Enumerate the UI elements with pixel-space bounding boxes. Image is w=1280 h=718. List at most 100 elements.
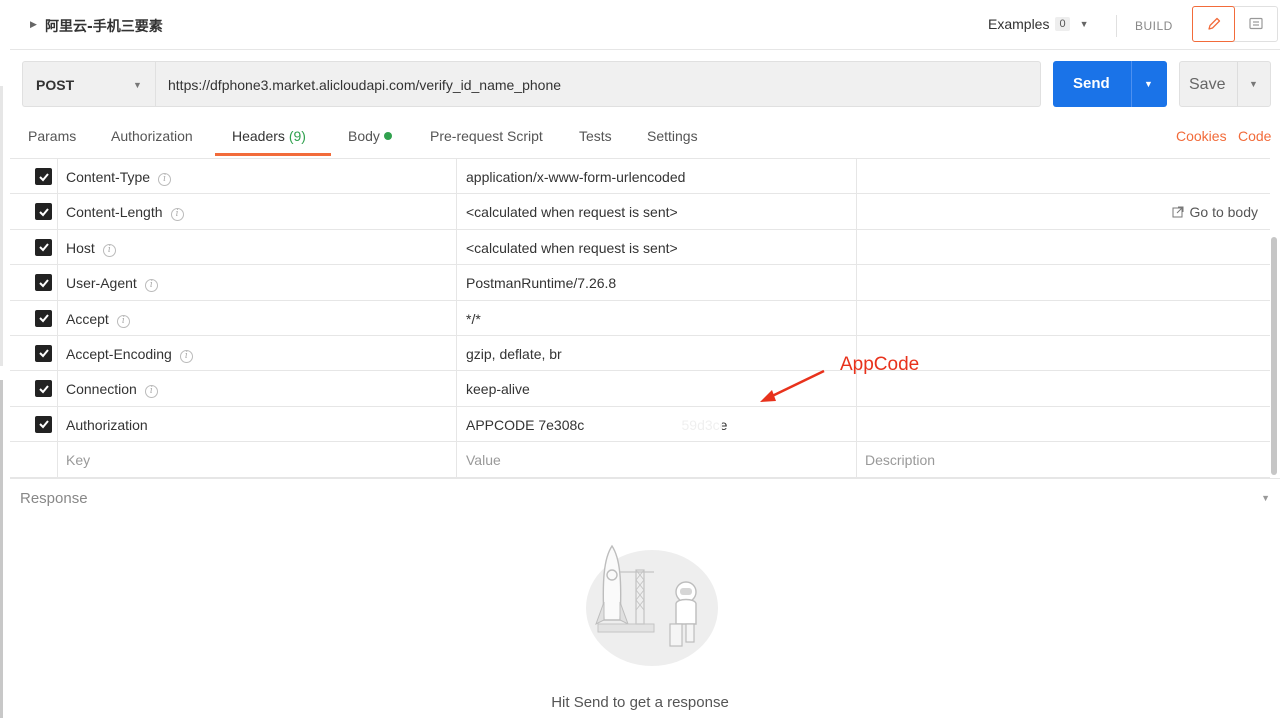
response-header[interactable]: Response ▼ (10, 478, 1280, 518)
header-value[interactable]: keep-alive (466, 381, 530, 397)
header-key[interactable]: Content-Length i (66, 204, 184, 222)
checkbox-cell (10, 371, 58, 406)
info-icon[interactable]: i (170, 208, 184, 222)
checkbox-cell (10, 300, 58, 335)
chevron-down-icon[interactable]: ▼ (1261, 493, 1270, 503)
external-link-icon (1172, 206, 1183, 218)
header-value[interactable]: application/x-www-form-urlencoded (466, 169, 685, 185)
info-icon[interactable]: i (158, 173, 172, 186)
tab-body[interactable]: Body (348, 128, 392, 144)
build-mode-label[interactable]: BUILD (1135, 19, 1173, 33)
checkbox[interactable] (35, 380, 52, 398)
header-value[interactable]: <calculated when request is sent> (466, 204, 678, 220)
header-value[interactable]: gzip, deflate, br (466, 346, 562, 362)
checkbox[interactable] (35, 415, 52, 433)
divider (456, 442, 457, 477)
cookies-link[interactable]: Cookies (1176, 128, 1227, 144)
go-to-body-link[interactable]: Go to body (1172, 204, 1259, 221)
checkmark-icon (38, 314, 49, 323)
value-input[interactable]: Value (466, 452, 501, 468)
annotation-label: AppCode (840, 354, 920, 375)
expand-caret-icon[interactable]: ▶ (30, 19, 37, 30)
checkbox[interactable] (35, 274, 52, 292)
rocket-astronaut-illustration (586, 544, 718, 666)
comments-mode-button[interactable] (1235, 7, 1277, 41)
info-icon[interactable]: i (144, 385, 158, 399)
table-row: Accept i */* (10, 300, 1270, 336)
checkbox[interactable] (35, 203, 52, 221)
checkbox[interactable] (35, 309, 52, 327)
left-sidebar-edge (0, 0, 10, 718)
info-icon[interactable]: i (102, 243, 116, 257)
divider (456, 406, 457, 442)
checkbox[interactable] (35, 168, 52, 185)
response-label: Response (20, 490, 88, 507)
save-options-chevron-icon[interactable]: ▼ (1249, 79, 1258, 89)
header-key[interactable]: Content-Type i (66, 169, 172, 186)
header-key[interactable]: Accept-Encoding i (66, 346, 193, 363)
url-input[interactable]: https://dfphone3.market.alicloudapi.com/… (155, 61, 1041, 107)
go-to-body-label: Go to body (1189, 204, 1259, 221)
table-row: Host i <calculated when request is sent> (10, 229, 1270, 266)
info-icon[interactable]: i (116, 314, 130, 328)
code-link[interactable]: Code (1238, 128, 1271, 144)
checkbox-cell (10, 406, 58, 442)
key-input[interactable]: Key (66, 452, 90, 468)
chevron-down-icon: ▼ (1079, 19, 1089, 29)
edit-mode-button[interactable] (1192, 6, 1236, 42)
comment-icon (1249, 17, 1263, 30)
checkmark-icon (38, 243, 49, 252)
tab-headers-count: (9) (288, 128, 306, 144)
header-value[interactable]: */* (466, 311, 481, 327)
divider (456, 335, 457, 371)
method-select[interactable]: POST ▼ (22, 61, 155, 107)
tab-headers[interactable]: Headers (9) (232, 128, 306, 144)
header-key-text: Content-Length (66, 204, 163, 221)
header-key[interactable]: Authorization (66, 417, 148, 433)
examples-dropdown[interactable]: Examples 0 ▼ (988, 16, 1089, 32)
table-scrollbar[interactable] (1271, 237, 1277, 475)
examples-label: Examples (988, 16, 1050, 32)
tab-params[interactable]: Params (28, 128, 76, 144)
info-icon[interactable]: i (144, 279, 158, 293)
save-button[interactable]: Save ▼ (1179, 61, 1271, 107)
divider (1237, 62, 1238, 106)
request-header: ▶ 阿里云-手机三要素 Examples 0 ▼ BUILD (10, 0, 1280, 50)
header-value[interactable]: <calculated when request is sent> (466, 240, 678, 256)
save-label: Save (1189, 76, 1226, 93)
header-key[interactable]: Connection i (66, 381, 158, 399)
table-row: Content-Type i application/x-www-form-url… (10, 159, 1270, 195)
request-tabs: Params Authorization Headers (9) Body Pr… (10, 118, 1280, 158)
header-key[interactable]: Accept i (66, 311, 130, 328)
divider (456, 300, 457, 335)
tab-prerequest-script[interactable]: Pre-request Script (430, 128, 543, 144)
divider (856, 442, 857, 477)
checkbox[interactable] (35, 238, 52, 256)
divider (1131, 61, 1132, 107)
annotation-arrow-icon (760, 369, 825, 402)
checkbox[interactable] (35, 344, 52, 362)
table-row: Accept-Encoding i gzip, deflate, br (10, 335, 1270, 372)
active-tab-indicator (215, 153, 331, 156)
divider (1116, 15, 1117, 37)
header-key[interactable]: User-Agent i (66, 275, 158, 293)
sidebar-scrollbar-thumb[interactable] (0, 380, 3, 718)
header-value[interactable]: PostmanRuntime/7.26.8 (466, 275, 616, 291)
checkmark-icon (38, 172, 49, 181)
header-key-text: Content-Type (66, 169, 151, 185)
send-label: Send (1073, 75, 1110, 92)
tab-tests[interactable]: Tests (579, 128, 612, 144)
divider (856, 229, 857, 265)
checkmark-icon (38, 385, 49, 394)
send-button[interactable]: Send ▼ (1053, 61, 1167, 107)
examples-count-badge: 0 (1055, 17, 1070, 31)
tab-authorization[interactable]: Authorization (111, 128, 193, 144)
tab-settings[interactable]: Settings (647, 128, 698, 144)
description-input[interactable]: Description (865, 452, 935, 468)
header-key-text: User-Agent (66, 275, 137, 292)
header-key[interactable]: Host i (66, 240, 116, 257)
url-text: https://dfphone3.market.alicloudapi.com/… (168, 77, 562, 93)
send-options-chevron-icon[interactable]: ▼ (1144, 79, 1153, 89)
request-title[interactable]: 阿里云-手机三要素 (45, 16, 163, 36)
info-icon[interactable]: i (179, 349, 193, 363)
